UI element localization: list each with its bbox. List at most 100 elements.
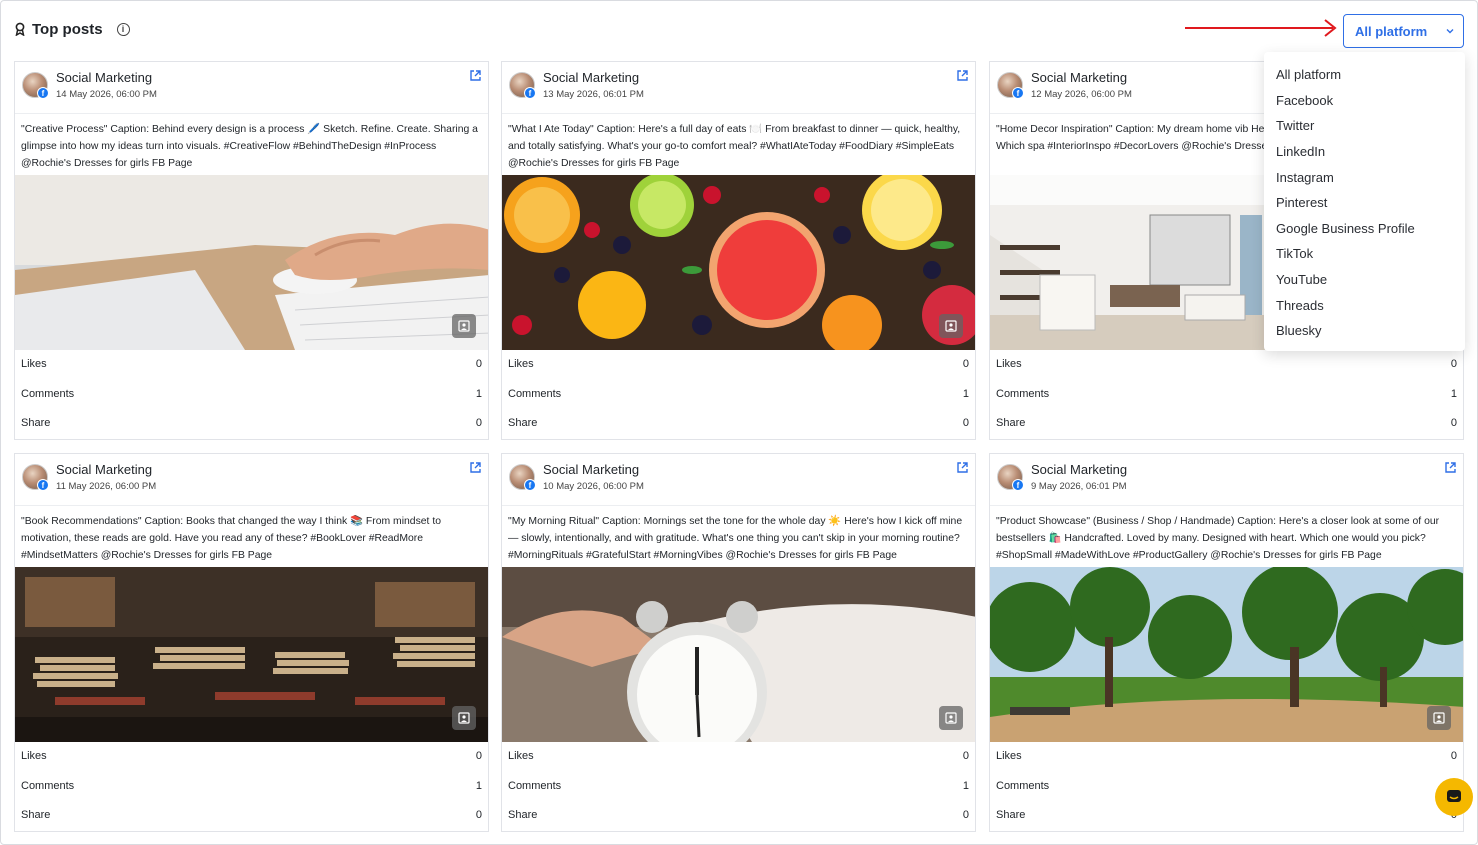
post-image[interactable] [502,567,975,742]
post-caption: "My Morning Ritual" Caption: Mornings se… [508,516,963,561]
stat-value: 0 [475,750,482,762]
post-header: f Social Marketing 10 May 2026, 06:00 PM [502,454,975,506]
post-card: f Social Marketing 14 May 2026, 06:00 PM… [14,61,489,440]
stat-value: 1 [1450,388,1457,400]
comments-stat: Comments 1 [508,388,969,400]
stat-label: Comments [21,780,75,792]
stat-label: Comments [21,388,75,400]
stat-value: 0 [475,809,482,821]
likes-stat: Likes 0 [508,358,969,370]
stat-value: 0 [962,809,969,821]
image-preview-icon[interactable] [939,314,963,338]
platform-option-instagram[interactable]: Instagram [1264,164,1465,190]
comments-stat: Comments 1 [21,780,482,792]
facebook-icon: f [1012,479,1024,491]
platform-dropdown-menu: All platform Facebook Twitter LinkedIn I… [1264,52,1465,351]
platform-option-pinterest[interactable]: Pinterest [1264,190,1465,216]
comments-stat: Comments 1 [21,388,482,400]
stat-label: Likes [508,750,534,762]
post-image[interactable] [15,567,488,742]
stat-value: 0 [475,417,482,429]
share-stat: Share 0 [996,417,1457,429]
post-card: f Social Marketing 11 May 2026, 06:00 PM… [14,453,489,832]
stat-label: Likes [996,750,1022,762]
image-preview-icon[interactable] [452,314,476,338]
image-preview-icon[interactable] [452,706,476,730]
post-card: f Social Marketing 13 May 2026, 06:01 PM… [501,61,976,440]
chat-button[interactable] [1435,778,1473,816]
post-card: f Social Marketing 10 May 2026, 06:00 PM… [501,453,976,832]
platform-option-google-business[interactable]: Google Business Profile [1264,216,1465,242]
stat-value: 1 [962,388,969,400]
stat-label: Likes [996,358,1022,370]
post-date: 11 May 2026, 06:00 PM [56,481,157,492]
chevron-down-icon [1446,29,1454,34]
stat-label: Comments [996,780,1050,792]
platform-select[interactable]: All platform [1343,14,1464,48]
comments-stat: Comments 1 [996,388,1457,400]
info-icon[interactable]: i [116,22,130,36]
stat-value: 0 [1450,750,1457,762]
stat-label: Share [996,809,1026,821]
stat-value: 0 [475,358,482,370]
chat-icon [1447,790,1461,802]
external-link-icon[interactable] [469,69,482,82]
likes-stat: Likes 0 [996,358,1457,370]
post-caption: "Product Showcase" (Business / Shop / Ha… [996,516,1440,561]
platform-option-linkedin[interactable]: LinkedIn [1264,139,1465,165]
likes-stat: Likes 0 [21,750,482,762]
external-link-icon[interactable] [469,461,482,474]
platform-option-tiktok[interactable]: TikTok [1264,241,1465,267]
post-caption: "Book Recommendations" Caption: Books th… [21,516,441,561]
stat-value: 0 [1450,417,1457,429]
platform-option-twitter[interactable]: Twitter [1264,113,1465,139]
post-caption: "Creative Process" Caption: Behind every… [21,124,478,169]
image-preview-icon[interactable] [939,706,963,730]
post-date: 13 May 2026, 06:01 PM [543,89,644,100]
facebook-icon: f [524,87,536,99]
platform-option-facebook[interactable]: Facebook [1264,88,1465,114]
comments-stat: Comments 1 [508,780,969,792]
stat-value: 1 [962,780,969,792]
page-title: Top posts [32,20,103,38]
facebook-icon: f [37,87,49,99]
external-link-icon[interactable] [956,69,969,82]
platform-option-threads[interactable]: Threads [1264,292,1465,318]
post-header: f Social Marketing 9 May 2026, 06:01 PM [990,454,1463,506]
stat-value: 0 [1450,358,1457,370]
post-header: f Social Marketing 14 May 2026, 06:00 PM [15,62,488,114]
platform-option-youtube[interactable]: YouTube [1264,267,1465,293]
external-link-icon[interactable] [956,461,969,474]
stat-label: Share [21,809,51,821]
stat-value: 0 [962,417,969,429]
facebook-icon: f [1012,87,1024,99]
account-name: Social Marketing [1031,462,1128,477]
post-header: f Social Marketing 13 May 2026, 06:01 PM [502,62,975,114]
image-preview-icon[interactable] [1427,706,1451,730]
share-stat: Share0 [508,809,969,821]
stat-label: Share [996,417,1026,429]
likes-stat: Likes 0 [996,750,1457,762]
post-image[interactable] [990,567,1463,742]
post-date: 9 May 2026, 06:01 PM [1031,481,1127,492]
stat-value: 1 [475,388,482,400]
stat-value: 0 [962,358,969,370]
post-header: f Social Marketing 11 May 2026, 06:00 PM [15,454,488,506]
likes-stat: Likes 0 [508,750,969,762]
account-name: Social Marketing [543,70,640,85]
share-stat: Share0 [21,417,482,429]
platform-option-bluesky[interactable]: Bluesky [1264,318,1465,344]
stat-label: Comments [996,388,1050,400]
share-stat: Share 0 [508,417,969,429]
external-link-icon[interactable] [1444,461,1457,474]
post-caption: "What I Ate Today" Caption: Here's a ful… [508,124,961,169]
platform-option-all[interactable]: All platform [1264,62,1465,88]
share-stat: Share0 [996,809,1457,821]
stat-label: Comments [508,388,562,400]
annotation-arrow [1185,19,1337,37]
post-image[interactable] [15,175,488,350]
account-name: Social Marketing [543,462,640,477]
post-image[interactable] [502,175,975,350]
stat-label: Share [508,417,538,429]
stat-label: Likes [21,358,47,370]
